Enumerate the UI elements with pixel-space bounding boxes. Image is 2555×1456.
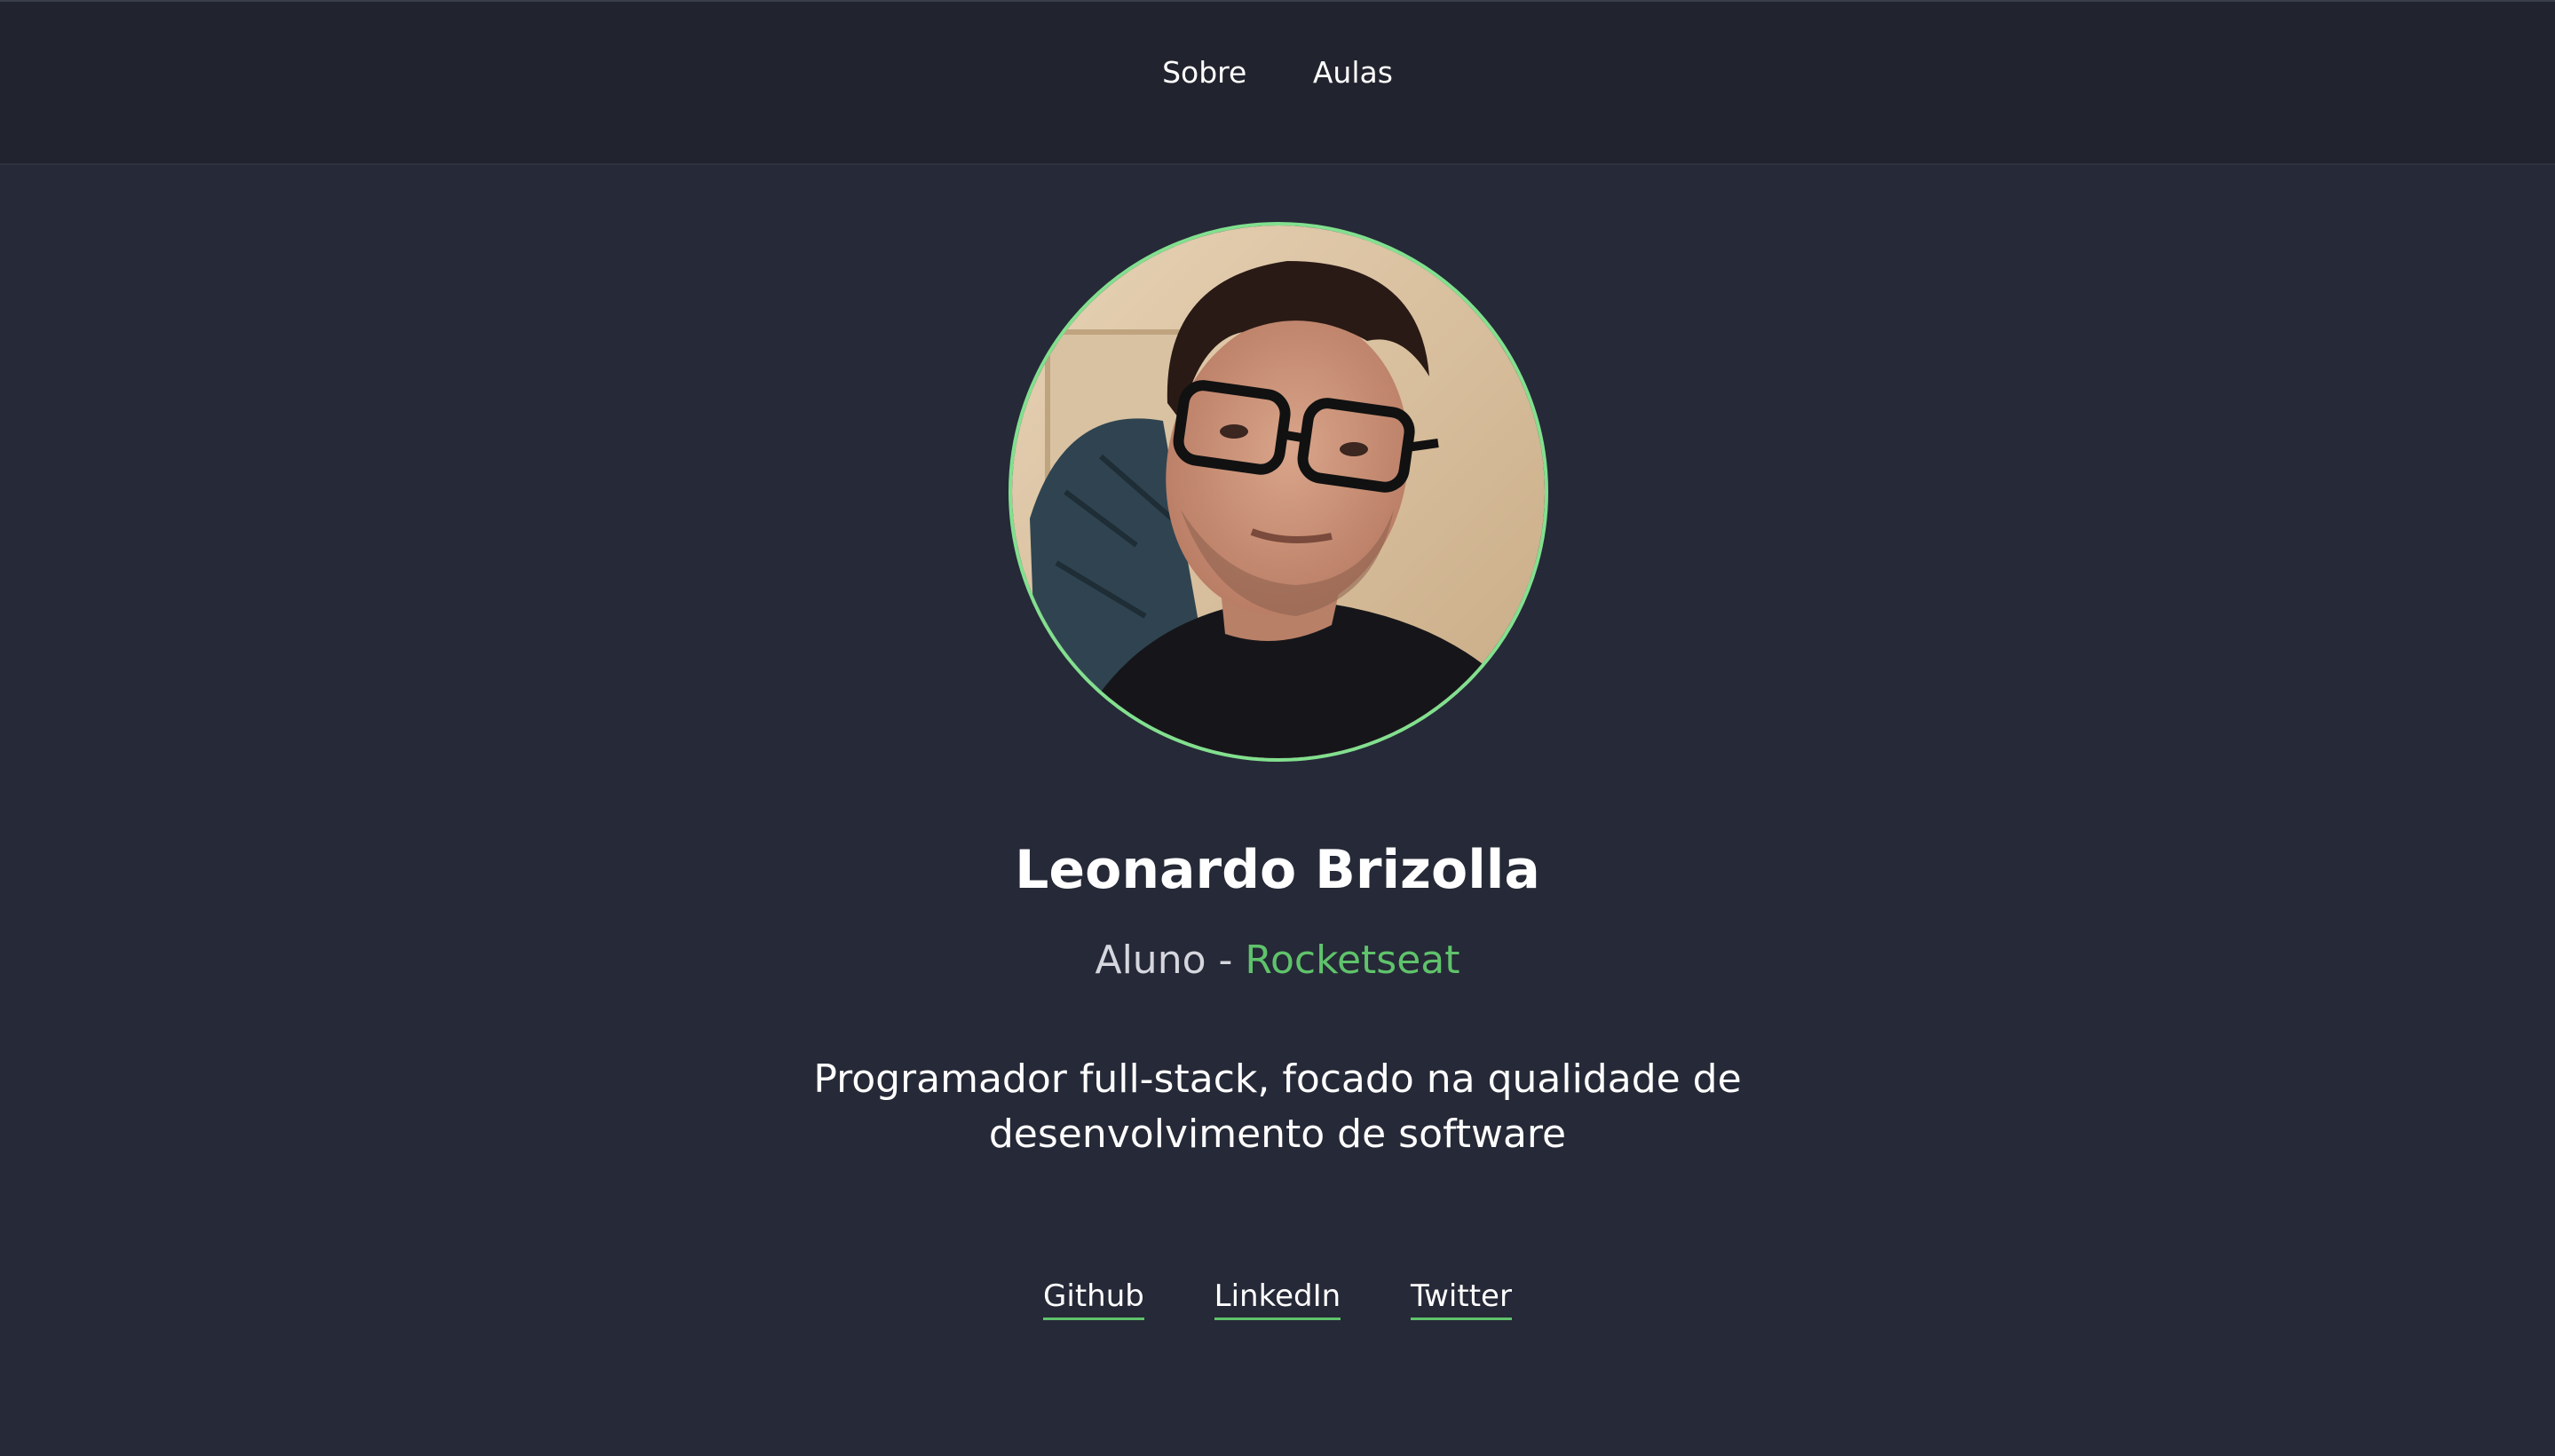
company-name: Rocketseat: [1245, 938, 1460, 983]
avatar-photo-image: [1012, 226, 1545, 758]
profile-avatar: [1009, 222, 1548, 762]
linkedin-link[interactable]: LinkedIn: [1214, 1278, 1341, 1320]
profile-name: Leonardo Brizolla: [1015, 839, 1540, 901]
nav-link-sobre[interactable]: Sobre: [1162, 55, 1246, 90]
top-navigation-bar: Sobre Aulas: [0, 0, 2555, 165]
twitter-link[interactable]: Twitter: [1410, 1278, 1512, 1320]
nav-link-aulas[interactable]: Aulas: [1313, 55, 1393, 90]
social-links: Github LinkedIn Twitter: [0, 1278, 2555, 1320]
main-nav: Sobre Aulas: [0, 55, 2555, 90]
profile-bio: Programador full-stack, focado na qualid…: [813, 1056, 1742, 1157]
github-link[interactable]: Github: [1043, 1278, 1144, 1320]
role-prefix: Aluno -: [1095, 938, 1246, 983]
profile-role: Aluno - Rocketseat: [0, 938, 2555, 983]
